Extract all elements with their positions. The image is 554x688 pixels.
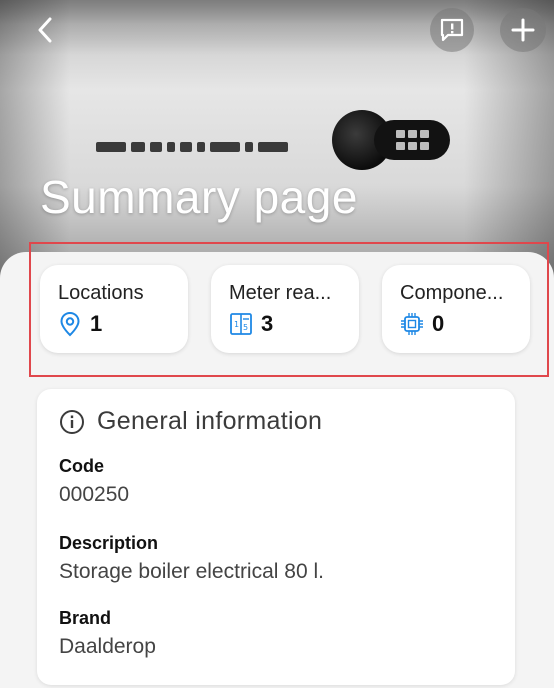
brand-value: Daalderop xyxy=(59,635,156,658)
boiler-control-graphic xyxy=(332,110,484,174)
back-button[interactable] xyxy=(28,10,62,50)
add-button[interactable] xyxy=(500,8,546,52)
description-label: Description xyxy=(59,533,159,553)
general-information-header: General information xyxy=(59,407,322,436)
feedback-button[interactable] xyxy=(430,8,474,52)
general-information-title: General information xyxy=(97,407,323,435)
feedback-icon xyxy=(440,18,464,42)
page-title: Summary page xyxy=(40,171,358,223)
boiler-label-graphic xyxy=(96,138,326,152)
code-label: Code xyxy=(59,456,104,476)
info-icon xyxy=(60,409,84,434)
chevron-left-icon xyxy=(38,17,52,43)
code-value: 000250 xyxy=(59,483,130,506)
description-value: Storage boiler electrical 80 l. xyxy=(59,560,324,583)
brand-label: Brand xyxy=(59,608,112,628)
general-information-card: General information Code 000250 Descript… xyxy=(37,389,515,685)
stats-highlight-frame xyxy=(29,242,549,377)
plus-icon xyxy=(511,18,535,42)
